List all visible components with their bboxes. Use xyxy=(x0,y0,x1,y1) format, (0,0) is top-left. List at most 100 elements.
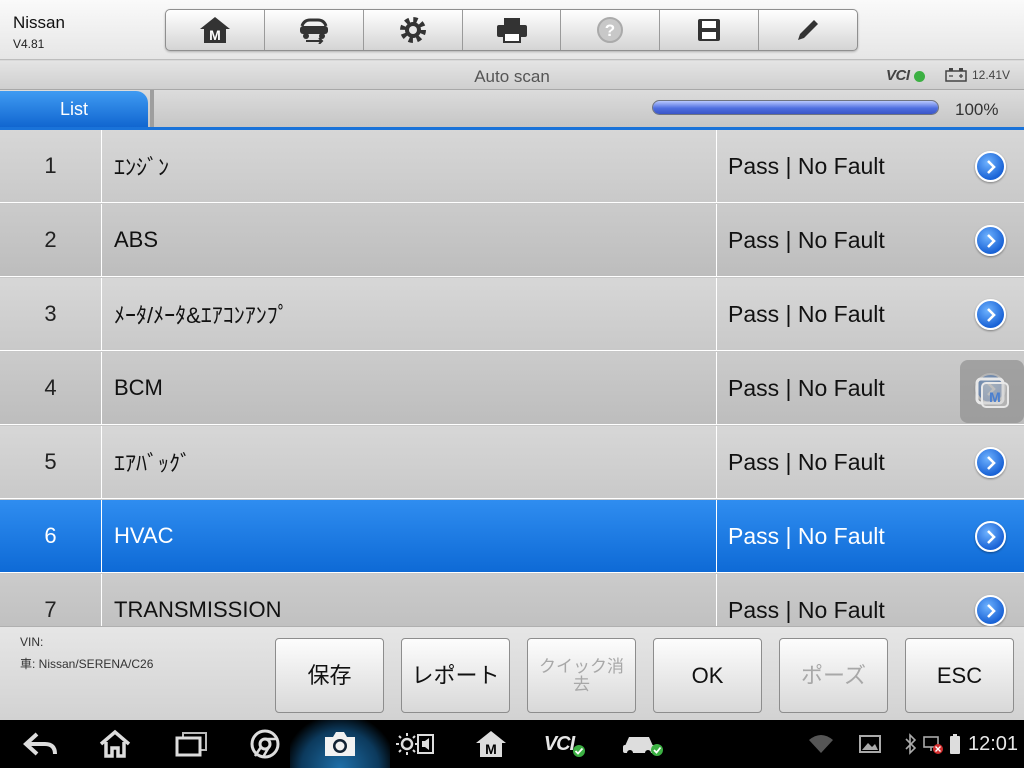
arrow-right-circle-icon[interactable] xyxy=(975,299,1006,330)
vci-connected-icon xyxy=(914,71,925,82)
check-badge-icon xyxy=(573,745,586,757)
system-name: BCM xyxy=(102,352,717,424)
vehicle-info: 車: Nissan/SERENA/C26 xyxy=(20,657,154,671)
edit-button[interactable] xyxy=(759,10,857,50)
help-button[interactable]: ? xyxy=(561,10,661,50)
arrow-right-circle-icon[interactable] xyxy=(975,225,1006,256)
vci-status-label: VCI xyxy=(886,67,910,84)
save-data-button[interactable] xyxy=(660,10,760,50)
bluetooth-icon xyxy=(905,733,917,755)
vehicle-swap-icon xyxy=(299,18,328,44)
vehicle-swap-button[interactable] xyxy=(265,10,364,50)
chrome-app-button[interactable] xyxy=(245,720,285,768)
battery-icon xyxy=(945,68,967,82)
car-icon xyxy=(623,737,663,756)
system-name: ｴｱﾊﾞｯｸﾞ xyxy=(102,426,717,498)
vin-label: VIN: xyxy=(20,635,44,649)
system-status: Pass | No Fault xyxy=(717,278,1024,350)
status-clock: 12:01 xyxy=(968,733,1019,755)
system-status: Pass | No Fault xyxy=(717,204,1024,276)
network-error-icon xyxy=(923,736,943,754)
table-row[interactable]: 2 ABS Pass | No Fault xyxy=(0,204,1024,277)
arrow-right-circle-icon[interactable] xyxy=(975,151,1006,182)
system-status: Pass | No Fault xyxy=(717,500,1024,572)
home-nav-button[interactable] xyxy=(94,720,136,768)
app-version: V4.81 xyxy=(13,37,45,51)
esc-button[interactable]: ESC xyxy=(905,638,1014,713)
arrow-right-circle-icon[interactable] xyxy=(975,447,1006,478)
scan-progress-fill xyxy=(653,101,938,114)
tab-strip: List 100% xyxy=(0,90,1024,130)
printer-icon xyxy=(496,18,527,43)
vci-label: VCI xyxy=(543,732,575,755)
arrow-right-circle-icon[interactable] xyxy=(975,595,1006,626)
row-number: 7 xyxy=(0,574,102,626)
floating-menu-button[interactable]: M xyxy=(960,360,1024,423)
vehicle-app-button[interactable] xyxy=(620,720,666,768)
table-row[interactable]: 1 ｴﾝｼﾞﾝ Pass | No Fault xyxy=(0,130,1024,203)
system-name: ﾒｰﾀ/ﾒｰﾀ&ｴｱｺﾝｱﾝﾌﾟ xyxy=(102,278,717,350)
home-m-icon: M xyxy=(199,17,230,43)
ok-button[interactable]: OK xyxy=(653,638,762,713)
battery-full-icon xyxy=(950,734,960,754)
save-disk-icon xyxy=(698,19,721,41)
svg-text:M: M xyxy=(209,27,221,43)
gear-icon xyxy=(399,17,426,43)
quick-clear-button[interactable]: クイック消去 xyxy=(527,638,636,713)
status-text: Pass | No Fault xyxy=(728,300,885,327)
system-name: ABS xyxy=(102,204,717,276)
status-text: Pass | No Fault xyxy=(728,152,885,179)
table-row[interactable]: 5 ｴｱﾊﾞｯｸﾞ Pass | No Fault xyxy=(0,426,1024,499)
arrow-right-circle-icon[interactable] xyxy=(975,521,1006,552)
table-row[interactable]: 4 BCM Pass | No Fault xyxy=(0,352,1024,425)
status-text: Pass | No Fault xyxy=(728,522,885,549)
status-text: Pass | No Fault xyxy=(728,596,885,623)
row-number: 6 xyxy=(0,500,102,572)
recent-apps-icon xyxy=(175,732,207,757)
back-button[interactable] xyxy=(20,720,62,768)
back-arrow-icon xyxy=(23,732,57,756)
table-row[interactable]: 7 TRANSMISSION Pass | No Fault xyxy=(0,574,1024,626)
page-title: Auto scan xyxy=(474,67,550,86)
app-name: Nissan xyxy=(13,13,65,32)
pause-button[interactable]: ポーズ xyxy=(779,638,888,713)
system-status: Pass | No Fault xyxy=(717,426,1024,498)
table-row[interactable]: 3 ﾒｰﾀ/ﾒｰﾀ&ｴｱｺﾝｱﾝﾌﾟ Pass | No Fault xyxy=(0,278,1024,351)
system-list: 1 ｴﾝｼﾞﾝ Pass | No Fault 2 ABS Pass | No … xyxy=(0,130,1024,626)
row-number: 5 xyxy=(0,426,102,498)
svg-text:M: M xyxy=(989,389,1001,405)
wifi-icon xyxy=(809,735,833,753)
table-row-selected[interactable]: 6 HVAC Pass | No Fault xyxy=(0,500,1024,573)
wifi-status xyxy=(806,720,836,768)
status-text: Pass | No Fault xyxy=(728,374,885,401)
help-icon: ? xyxy=(597,17,624,43)
recent-apps-button[interactable] xyxy=(170,720,212,768)
vci-app-button[interactable]: VCI xyxy=(538,720,592,768)
settings-button[interactable] xyxy=(364,10,463,50)
home-m-icon: M xyxy=(476,731,506,757)
system-status: Pass | No Fault xyxy=(717,574,1024,626)
tab-divider xyxy=(150,90,154,127)
row-number: 1 xyxy=(0,130,102,202)
tab-list[interactable]: List xyxy=(0,91,148,127)
pencil-icon xyxy=(798,20,819,40)
display-settings-button[interactable] xyxy=(394,720,436,768)
system-name: TRANSMISSION xyxy=(102,574,717,626)
camera-app-button[interactable] xyxy=(319,720,361,768)
top-bar: Nissan V4.81 M ? xyxy=(0,0,1024,60)
print-button[interactable] xyxy=(463,10,562,50)
save-button[interactable]: 保存 xyxy=(275,638,384,713)
floating-m-icon: M xyxy=(975,377,1009,408)
system-name: ｴﾝｼﾞﾝ xyxy=(102,130,717,202)
battery-voltage: 12.41V xyxy=(972,68,1011,82)
scan-progress-text: 100% xyxy=(955,100,999,119)
report-button[interactable]: レポート xyxy=(401,638,510,713)
system-status: Pass | No Fault xyxy=(717,130,1024,202)
battery-status xyxy=(946,720,964,768)
maxisys-app-button[interactable]: M xyxy=(470,720,512,768)
main-toolbar: M ? xyxy=(165,9,858,51)
row-number: 3 xyxy=(0,278,102,350)
home-button[interactable]: M xyxy=(166,10,265,50)
scan-progress-bar xyxy=(652,100,939,115)
title-strip: Auto scan VCI xyxy=(0,61,1024,90)
